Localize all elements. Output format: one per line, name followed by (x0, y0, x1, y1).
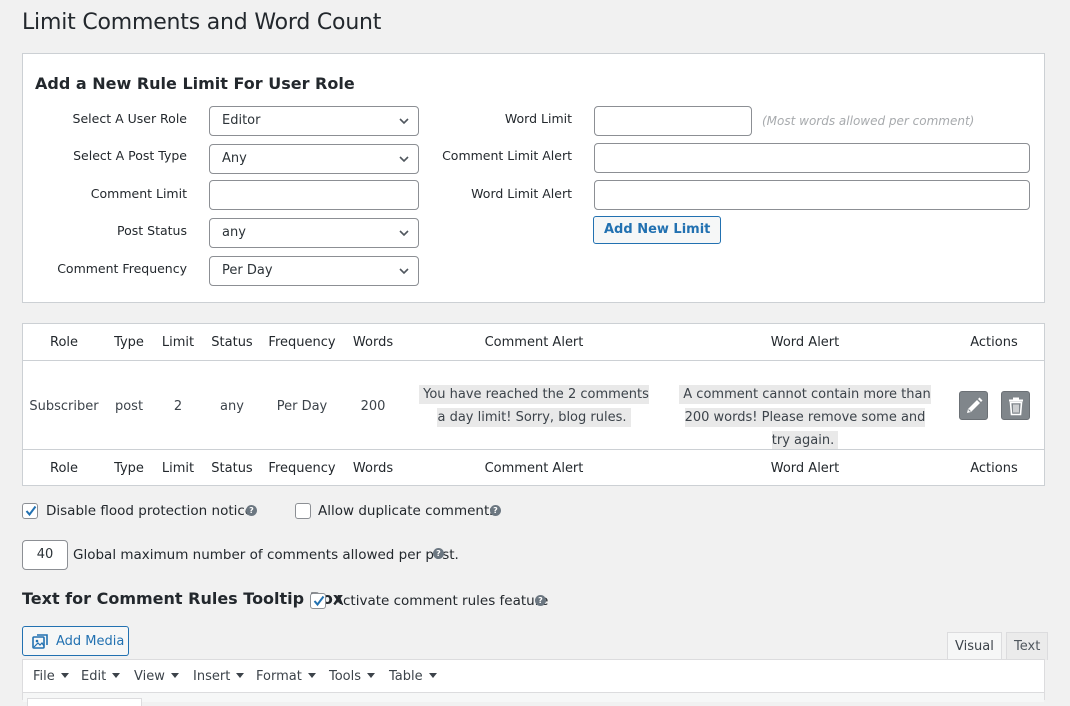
word-limit-alert-label: Word Limit Alert (471, 186, 572, 201)
cell-limit: 2 (173, 399, 183, 414)
paragraph-format-select[interactable] (27, 698, 142, 706)
cell-role: Subscriber (29, 399, 99, 414)
column-header: Comment Alert (484, 461, 584, 476)
chevron-down-icon (399, 230, 409, 237)
checkmark-icon (25, 505, 37, 517)
add-media-button[interactable]: Add Media (22, 626, 129, 656)
cell-word-alert: A comment cannot contain more than 200 w… (675, 383, 935, 452)
column-header: Type (114, 461, 144, 476)
trash-icon (1009, 397, 1023, 416)
cell-comment-alert: You have reached the 2 comments a day li… (414, 383, 654, 429)
pencil-icon (967, 397, 983, 413)
add-new-limit-button[interactable]: Add New Limit (593, 216, 722, 244)
tooltip-section-heading: Text for Comment Rules Tooltip Box (22, 589, 344, 608)
user-role-label: Select A User Role (72, 111, 187, 126)
global-max-label: Global maximum number of comments allowe… (73, 547, 459, 563)
comment-frequency-select[interactable]: Per Day (209, 256, 419, 286)
rich-text-editor: File Edit View Insert Format Tools Table (22, 659, 1045, 706)
column-header: Actions (970, 335, 1018, 350)
tab-visual[interactable]: Visual (947, 632, 1002, 660)
edit-button[interactable] (959, 391, 988, 420)
word-limit-alert-input[interactable] (594, 180, 1030, 210)
rules-table: Role Type Limit Status Frequency Words C… (22, 323, 1045, 486)
column-header: Status (211, 335, 253, 350)
word-limit-input[interactable] (594, 106, 752, 136)
post-type-label: Select A Post Type (73, 148, 187, 163)
table-header: Role Type Limit Status Frequency Words C… (23, 324, 1044, 361)
checkmark-icon (313, 595, 325, 607)
activate-rules-label: Activate comment rules feature (334, 593, 549, 609)
column-header: Word Alert (770, 335, 840, 350)
help-icon[interactable]: ? (490, 505, 501, 516)
chevron-down-icon (399, 156, 409, 163)
cell-frequency: Per Day (276, 399, 328, 414)
help-icon[interactable]: ? (246, 505, 257, 516)
editor-toolbar (23, 692, 1044, 706)
word-limit-hint: (Most words allowed per comment) (762, 114, 975, 128)
new-rule-panel: Add a New Rule Limit For User Role Selec… (22, 53, 1045, 303)
comment-limit-alert-label: Comment Limit Alert (442, 148, 572, 163)
column-header: Actions (970, 461, 1018, 476)
column-header: Limit (161, 335, 195, 350)
allow-duplicate-checkbox[interactable] (295, 503, 311, 519)
comment-limit-input[interactable] (209, 180, 419, 210)
menu-insert[interactable]: Insert (193, 669, 244, 684)
menu-format[interactable]: Format (256, 669, 316, 684)
column-header: Frequency (268, 461, 336, 476)
table-footer: Role Type Limit Status Frequency Words C… (23, 449, 1044, 486)
column-header: Type (114, 335, 144, 350)
column-header: Comment Alert (484, 335, 584, 350)
page-title: Limit Comments and Word Count (22, 10, 382, 35)
column-header: Status (211, 461, 253, 476)
disable-flood-checkbox[interactable] (22, 503, 38, 519)
comment-limit-alert-input[interactable] (594, 143, 1030, 173)
word-limit-label: Word Limit (504, 111, 572, 126)
delete-button[interactable] (1001, 391, 1030, 420)
post-status-label: Post Status (117, 223, 187, 238)
tab-text[interactable]: Text (1006, 632, 1049, 660)
help-icon[interactable]: ? (535, 595, 546, 606)
cell-status: any (220, 399, 244, 414)
media-icon (32, 634, 48, 649)
cell-type: post (114, 399, 144, 414)
new-rule-heading: Add a New Rule Limit For User Role (35, 74, 355, 93)
column-header: Words (352, 335, 394, 350)
chevron-down-icon (399, 118, 409, 125)
menu-file[interactable]: File (33, 669, 69, 684)
allow-duplicate-label: Allow duplicate comments (318, 503, 497, 519)
comment-limit-label: Comment Limit (90, 186, 187, 201)
post-status-select[interactable]: any (209, 218, 419, 248)
column-header: Words (352, 461, 394, 476)
column-header: Role (49, 335, 79, 350)
chevron-down-icon (399, 268, 409, 275)
global-max-input[interactable]: 40 (22, 540, 68, 570)
column-header: Frequency (268, 335, 336, 350)
cell-words: 200 (360, 399, 386, 414)
help-icon[interactable]: ? (433, 548, 444, 559)
column-header: Word Alert (770, 461, 840, 476)
menu-edit[interactable]: Edit (81, 669, 120, 684)
menu-table[interactable]: Table (389, 669, 437, 684)
menu-view[interactable]: View (134, 669, 179, 684)
post-type-select[interactable]: Any (209, 144, 419, 174)
column-header: Role (49, 461, 79, 476)
user-role-select[interactable]: Editor (209, 106, 419, 136)
disable-flood-label: Disable flood protection notice (46, 503, 254, 519)
column-header: Limit (161, 461, 195, 476)
menu-tools[interactable]: Tools (329, 669, 375, 684)
activate-rules-checkbox[interactable] (310, 593, 326, 609)
comment-frequency-label: Comment Frequency (57, 261, 187, 276)
